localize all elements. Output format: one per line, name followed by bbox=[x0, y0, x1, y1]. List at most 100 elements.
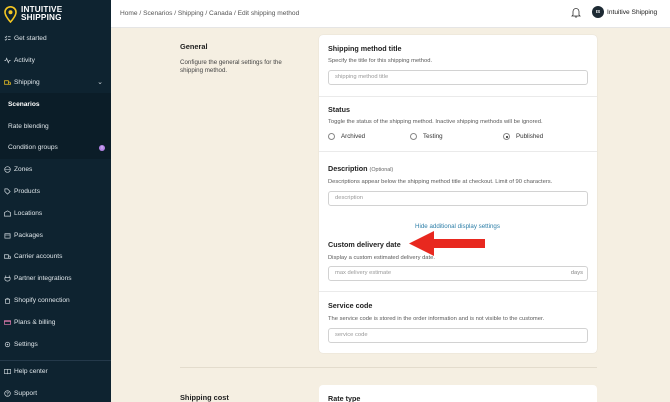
chevron-down-icon[interactable]: ⌄ bbox=[97, 78, 103, 86]
sidebar-item-condition-groups[interactable]: Condition groups ! bbox=[0, 136, 111, 159]
divider bbox=[319, 96, 597, 97]
service-code-label: Service code bbox=[328, 301, 373, 310]
general-settings-card: Shipping method title Specify the title … bbox=[319, 35, 597, 353]
general-description-line: shipping method. bbox=[180, 67, 228, 75]
bell-icon[interactable] bbox=[571, 7, 581, 18]
globe-icon bbox=[4, 166, 11, 173]
sidebar-item-label: Rate blending bbox=[8, 122, 49, 130]
shipping-cost-section-title: Shipping cost bbox=[180, 393, 229, 402]
general-section-title: General bbox=[180, 42, 208, 51]
alert-badge: ! bbox=[99, 144, 105, 151]
divider bbox=[319, 291, 597, 292]
custom-delivery-label: Custom delivery date bbox=[328, 240, 401, 249]
sidebar-item-label: Help center bbox=[14, 368, 48, 376]
book-icon bbox=[4, 369, 11, 375]
brand-logo[interactable]: INTUITIVE SHIPPING bbox=[0, 0, 111, 28]
sidebar-item-get-started[interactable]: Get started bbox=[0, 28, 111, 50]
box-icon bbox=[4, 232, 11, 239]
status-radio-testing[interactable]: Testing bbox=[410, 133, 443, 140]
status-radio-published[interactable]: Published bbox=[503, 133, 543, 140]
sidebar-item-label: Condition groups bbox=[8, 144, 58, 152]
help-icon bbox=[4, 390, 11, 397]
status-label: Status bbox=[328, 105, 350, 114]
general-description-line: Configure the general settings for the bbox=[180, 59, 282, 66]
service-code-description: The service code is stored in the order … bbox=[328, 316, 545, 322]
radio-circle[interactable] bbox=[410, 133, 417, 140]
divider bbox=[319, 151, 597, 152]
breadcrumb[interactable]: Home / Scenarios / Shipping / Canada / E… bbox=[120, 10, 299, 17]
sidebar-item-label: Partner integrations bbox=[14, 275, 72, 283]
sidebar-item-label: Scenarios bbox=[8, 100, 40, 108]
description-label: Description (Optional) bbox=[328, 164, 393, 173]
sidebar-item-label: Packages bbox=[14, 231, 43, 239]
shipping-cost-card: Rate type bbox=[319, 385, 597, 402]
sidebar-item-products[interactable]: Products bbox=[0, 181, 111, 203]
section-divider bbox=[180, 367, 597, 368]
brand-line2: SHIPPING bbox=[21, 13, 62, 22]
description-input[interactable]: description bbox=[328, 191, 588, 206]
sidebar-item-partner-integrations[interactable]: Partner integrations bbox=[0, 268, 111, 290]
credit-card-icon bbox=[4, 319, 11, 325]
sidebar-item-label: Plans & billing bbox=[14, 318, 56, 326]
method-title-input[interactable]: shipping method title bbox=[328, 70, 588, 85]
sidebar-item-label: Shopify connection bbox=[14, 296, 70, 304]
sidebar-item-activity[interactable]: Activity bbox=[0, 50, 111, 72]
description-help: Descriptions appear below the shipping m… bbox=[328, 179, 553, 185]
sidebar-item-label: Get started bbox=[14, 35, 47, 43]
sidebar-item-settings[interactable]: Settings bbox=[0, 333, 111, 355]
radio-circle[interactable] bbox=[328, 133, 335, 140]
truck-icon bbox=[4, 254, 11, 259]
sidebar-item-label: Shipping bbox=[14, 78, 40, 86]
days-suffix: days bbox=[570, 270, 583, 276]
annotation-arrow-icon bbox=[409, 231, 485, 256]
sidebar-item-label: Zones bbox=[14, 166, 33, 174]
sidebar-item-label: Settings bbox=[14, 340, 38, 348]
gear-icon bbox=[4, 341, 11, 347]
radio-label: Testing bbox=[423, 133, 443, 140]
sidebar-item-support[interactable]: Support bbox=[0, 383, 111, 402]
location-pin-icon bbox=[4, 5, 17, 23]
method-title-description: Specify the title for this shipping meth… bbox=[328, 58, 433, 64]
sidebar-item-label: Activity bbox=[14, 57, 35, 65]
top-bar: Home / Scenarios / Shipping / Canada / E… bbox=[111, 0, 670, 28]
radio-label: Published bbox=[516, 133, 544, 140]
sidebar-item-scenarios[interactable]: Scenarios bbox=[0, 93, 111, 116]
shopify-icon bbox=[4, 297, 11, 304]
sidebar-item-carrier-accounts[interactable]: Carrier accounts bbox=[0, 246, 111, 268]
delivery-estimate-placeholder: max delivery estimate bbox=[335, 270, 392, 276]
rate-type-label: Rate type bbox=[328, 394, 361, 402]
main-content: General Configure the general settings f… bbox=[111, 28, 670, 402]
status-radio-archived[interactable]: Archived bbox=[328, 133, 365, 140]
service-code-input[interactable]: service code bbox=[328, 328, 588, 343]
sidebar-item-label: Locations bbox=[14, 209, 43, 217]
radio-label: Archived bbox=[341, 133, 366, 140]
method-title-label: Shipping method title bbox=[328, 44, 402, 53]
sidebar-item-zones[interactable]: Zones bbox=[0, 159, 111, 181]
radio-circle-selected[interactable] bbox=[503, 133, 510, 140]
sidebar-item-plans-billing[interactable]: Plans & billing bbox=[0, 311, 111, 333]
avatar[interactable]: IS bbox=[592, 6, 604, 18]
sidebar-item-label: Carrier accounts bbox=[14, 253, 63, 261]
user-name[interactable]: Intuitive Shipping bbox=[607, 9, 657, 16]
sidebar-item-label: Support bbox=[14, 390, 38, 398]
sidebar-item-help-center[interactable]: Help center bbox=[0, 361, 111, 383]
sidebar-item-label: Products bbox=[14, 187, 41, 195]
sidebar: INTUITIVE SHIPPING Get started Activity … bbox=[0, 0, 111, 402]
tag-icon bbox=[4, 188, 11, 195]
checklist-icon bbox=[4, 36, 11, 42]
activity-icon bbox=[4, 57, 11, 64]
warehouse-icon bbox=[4, 210, 11, 217]
sidebar-item-shipping[interactable]: Shipping ⌄ bbox=[0, 72, 111, 94]
plug-icon bbox=[4, 275, 11, 282]
sidebar-item-shopify-connection[interactable]: Shopify connection bbox=[0, 290, 111, 312]
delivery-estimate-input[interactable]: max delivery estimate days bbox=[328, 266, 588, 281]
description-label-text: Description bbox=[328, 164, 368, 173]
sidebar-item-packages[interactable]: Packages bbox=[0, 224, 111, 246]
sidebar-item-locations[interactable]: Locations bbox=[0, 202, 111, 224]
optional-tag: (Optional) bbox=[369, 167, 394, 173]
hide-display-settings-link[interactable]: Hide additional display settings bbox=[415, 223, 500, 230]
truck-icon bbox=[4, 80, 11, 85]
sidebar-item-rate-blending[interactable]: Rate blending bbox=[0, 115, 111, 137]
status-description: Toggle the status of the shipping method… bbox=[328, 119, 543, 125]
general-section-description: Configure the general settings for the s… bbox=[180, 59, 305, 76]
